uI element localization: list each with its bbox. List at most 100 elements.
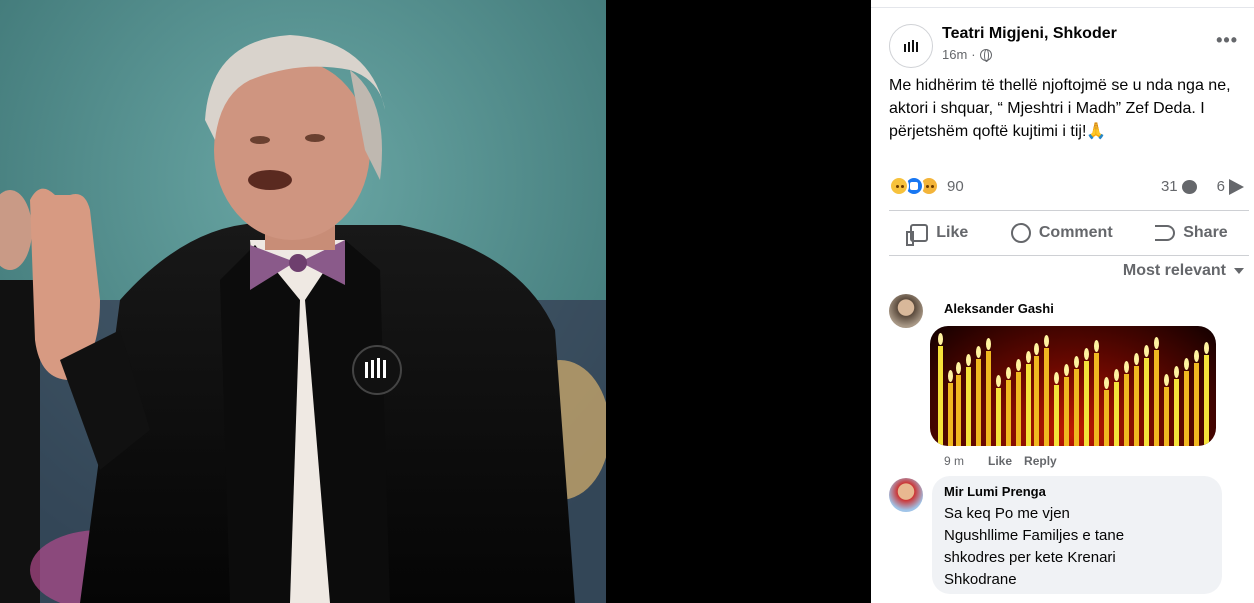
comment-reply-link[interactable]: Reply [1024, 454, 1057, 468]
share-arrow-icon [1155, 225, 1176, 241]
candle-flame [1054, 372, 1059, 384]
candle-flame [1204, 342, 1209, 354]
candle-stick [976, 359, 981, 446]
candle-stick [1124, 374, 1129, 446]
meta-separator: · [971, 47, 976, 62]
candles-image [938, 333, 1209, 446]
comment-sort-dropdown[interactable]: Most relevant [1123, 262, 1244, 280]
page-name-link[interactable]: Teatri Migjeni, Shkoder [942, 25, 1117, 43]
share-label: Share [1183, 224, 1228, 241]
candle-flame [1016, 359, 1021, 371]
candle-flame [986, 338, 991, 350]
post-details-panel: Teatri Migjeni, Shkoder 16m · ••• Me hid… [871, 0, 1254, 603]
actions-top-divider [889, 210, 1249, 211]
candle-flame [1124, 361, 1129, 373]
comment-meta: 9 m Like Reply [944, 454, 1057, 468]
comment-time[interactable]: 9 m [944, 454, 964, 468]
candle-stick [1164, 387, 1169, 446]
candle-stick [966, 367, 971, 446]
comment-like-link[interactable]: Like [988, 454, 1012, 468]
page-avatar[interactable] [889, 24, 933, 68]
candle-stick [948, 383, 953, 446]
engagement-counts: 31 6 [1161, 178, 1244, 195]
candle-stick [1094, 353, 1099, 446]
viewer-backdrop [606, 0, 871, 603]
reactions-summary[interactable]: 90 [889, 176, 964, 196]
candle-stick [1144, 358, 1149, 446]
thumbs-up-icon [906, 224, 929, 246]
post-photo[interactable] [0, 0, 606, 603]
candle-stick [1074, 369, 1079, 446]
share-count-icon [1229, 178, 1244, 195]
comment-button[interactable]: Comment [1010, 223, 1113, 243]
post-time[interactable]: 16m [942, 47, 967, 62]
candle-flame [1006, 367, 1011, 379]
candle-stick [938, 346, 943, 446]
candle-stick [1016, 372, 1021, 446]
globe-icon [979, 48, 992, 62]
comment-count[interactable]: 31 [1161, 178, 1197, 195]
like-button[interactable]: Like [906, 224, 969, 246]
candle-flame [1026, 351, 1031, 363]
candle-flame [1064, 364, 1069, 376]
candle-stick [1054, 385, 1059, 446]
speech-bubble-icon [1010, 223, 1031, 243]
candle-stick [1006, 380, 1011, 446]
sad-reaction-icon [889, 176, 909, 196]
candle-flame [1094, 340, 1099, 352]
comment-author[interactable]: Aleksander Gashi [944, 301, 1054, 316]
candle-flame [1074, 356, 1079, 368]
candle-stick [1134, 366, 1139, 446]
actor-photo-image [0, 0, 606, 603]
candle-flame [1134, 353, 1139, 365]
candle-flame [996, 375, 1001, 387]
post-actions-bar: Like Comment Share [889, 212, 1249, 254]
comment-text: Sa keq Po me vjen Ngushllime Familjes e … [944, 505, 1125, 588]
candle-flame [1154, 337, 1159, 349]
candle-stick [1174, 379, 1179, 446]
candle-stick [1154, 350, 1159, 446]
candle-flame [1104, 377, 1109, 389]
candle-stick [1194, 363, 1199, 446]
share-count-value: 6 [1216, 178, 1225, 195]
panel-top-divider [871, 0, 1254, 8]
actions-bottom-divider [889, 255, 1249, 256]
candle-stick [986, 351, 991, 446]
candle-stick [1114, 382, 1119, 446]
comment-image-candles[interactable] [930, 326, 1216, 446]
candle-stick [1184, 371, 1189, 446]
commenter-avatar[interactable] [889, 294, 923, 328]
candle-stick [1064, 377, 1069, 446]
share-count[interactable]: 6 [1217, 178, 1244, 195]
comment-bubble: Mir Lumi Prenga Sa keq Po me vjen Ngushl… [932, 476, 1222, 594]
candle-flame [966, 354, 971, 366]
candle-flame [948, 370, 953, 382]
reaction-count: 90 [947, 177, 964, 195]
comment-bubble-icon [1181, 179, 1197, 194]
candle-stick [996, 388, 1001, 446]
sort-label: Most relevant [1122, 262, 1226, 279]
candle-flame [976, 346, 981, 358]
more-options-button[interactable]: ••• [1216, 30, 1238, 51]
candle-stick [1104, 390, 1109, 446]
candle-stick [956, 375, 961, 446]
comment-author[interactable]: Mir Lumi Prenga [944, 484, 1210, 499]
candle-flame [1114, 369, 1119, 381]
commenter-avatar[interactable] [889, 478, 923, 512]
candle-flame [1164, 374, 1169, 386]
candle-flame [1174, 366, 1179, 378]
candle-flame [1084, 348, 1089, 360]
candle-stick [1044, 348, 1049, 446]
candle-flame [1184, 358, 1189, 370]
candle-stick [1204, 355, 1209, 446]
candle-stick [1034, 356, 1039, 446]
candle-flame [1194, 350, 1199, 362]
candle-flame [1044, 335, 1049, 347]
share-button[interactable]: Share [1155, 224, 1228, 242]
like-label: Like [936, 224, 969, 241]
candle-flame [938, 333, 943, 345]
facebook-photo-viewer: Teatri Migjeni, Shkoder 16m · ••• Me hid… [0, 0, 1254, 603]
candle-stick [1084, 361, 1089, 446]
teatri-logo-icon [904, 40, 918, 52]
candle-flame [1144, 345, 1149, 357]
